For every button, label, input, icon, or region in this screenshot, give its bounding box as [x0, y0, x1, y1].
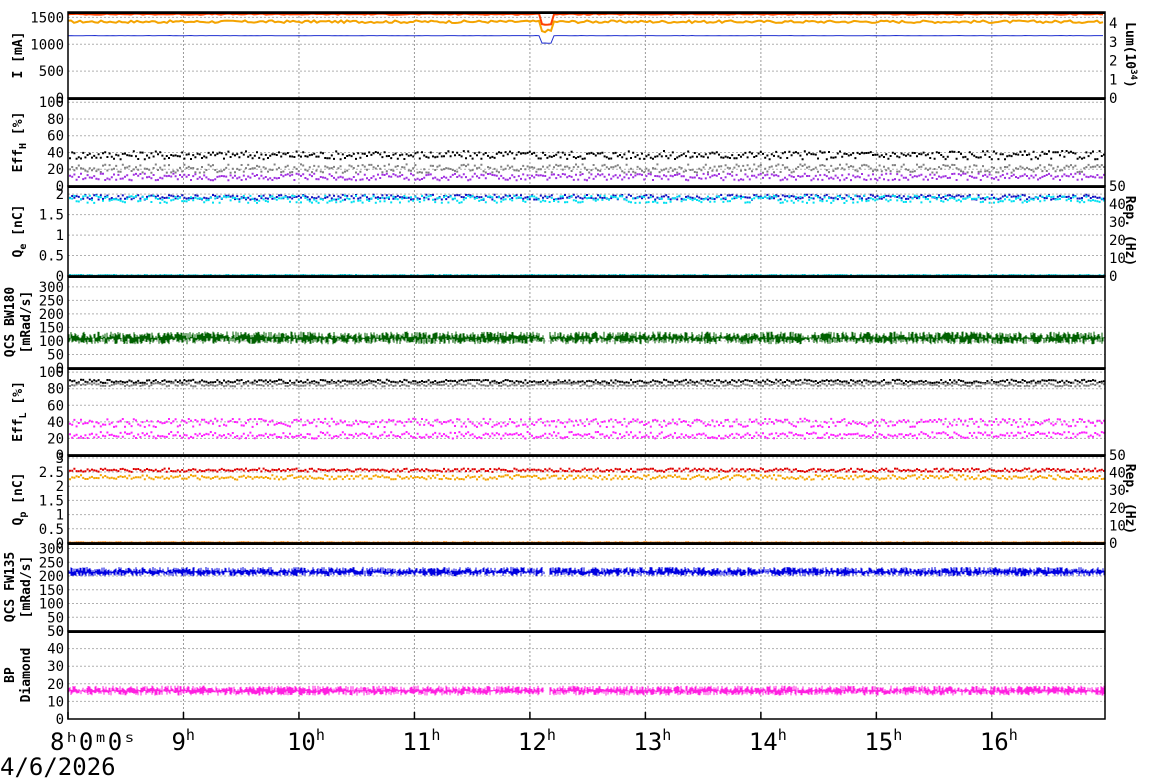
series-line [67, 19, 1104, 34]
y-tick-label: 50 [47, 624, 64, 640]
right-tick-label: 1 [1109, 72, 1117, 88]
y-tick-label: 3 [56, 451, 64, 467]
panel-frame [67, 542, 1106, 632]
right-tick-label: 3 [1109, 35, 1117, 51]
y-tick-label: 100 [39, 597, 64, 613]
series-dots [69, 150, 1105, 161]
panel-effl: 020406080100EffL [%] [11, 365, 1106, 464]
x-tick-label: 16h [980, 726, 1018, 756]
y-axis-label: BP [3, 667, 18, 683]
x-tick-label: 14h [749, 726, 787, 756]
multi-panel-time-series-chart: 05001000150001234I [mA] Lum(1034)02040608… [3, 10, 1138, 756]
y-axis-label-line2: Diamond [19, 648, 34, 703]
right-tick-label: 2 [1109, 54, 1117, 70]
y-axis-label: EffL [%] [11, 381, 29, 442]
y-tick-label: 2 [56, 187, 64, 203]
y-axis-label-line2: [mRad/s] [19, 556, 34, 619]
right-axis-label: Lum(1034) [1122, 22, 1138, 88]
x-tick-label: 12h [518, 726, 556, 756]
y-tick-label: 200 [39, 569, 64, 585]
panel-fw135: 050100150200250300QCS FW135 [mRad/s] [3, 542, 1106, 640]
y-tick-label: 20 [47, 677, 64, 693]
right-tick-label: 0 [1109, 536, 1117, 552]
y-tick-label: 100 [39, 365, 64, 381]
x-tick-label: 13h [633, 726, 671, 756]
y-tick-label: 80 [47, 382, 64, 398]
y-axis-label: I [mA] [11, 32, 26, 79]
x-tick-label: 8ʰ0ᵐ0ˢ [50, 728, 137, 756]
series-line [67, 34, 1103, 44]
date-label: 4/6/2026 [0, 753, 116, 781]
y-axis-label: Qe [nC] [11, 205, 29, 258]
y-tick-label: 20 [47, 431, 64, 447]
y-tick-label: 1000 [30, 37, 64, 53]
y-tick-label: 0 [56, 712, 64, 728]
y-tick-label: 300 [39, 280, 64, 296]
panel-frame [67, 454, 1106, 544]
series-dots [69, 163, 1105, 174]
panel-bw180: 050100150200250300QCS BW180 [mRad/s] [3, 275, 1106, 377]
panel-qp: 00.511.522.5301020304050Qp [nC] Rep. (Hz) [11, 448, 1137, 552]
right-axis-label: Rep. (Hz) [1122, 196, 1137, 266]
y-tick-label: 500 [39, 64, 64, 80]
series-band [68, 685, 1105, 696]
y-tick-label: 1.5 [39, 493, 64, 509]
y-axis-label: QCS FW135 [3, 552, 18, 622]
panel-frame [67, 185, 1106, 277]
panel-effh: 020406080100EffH [%] [11, 95, 1106, 195]
y-tick-label: 0.5 [39, 522, 64, 538]
x-tick-label: 15h [864, 726, 902, 756]
y-tick-label: 80 [47, 112, 64, 128]
panel-frame [67, 97, 1106, 187]
x-tick-label: 9h [171, 726, 194, 756]
panel-qe: 00.511.5201020304050Qe [nC] Rep. (Hz) [11, 179, 1137, 285]
y-axis-label: QCS BW180 [3, 287, 18, 358]
y-tick-label: 300 [39, 542, 64, 558]
y-tick-label: 30 [47, 659, 64, 675]
panel-frame [67, 11, 1106, 99]
right-tick-label: 4 [1109, 16, 1117, 32]
y-tick-label: 1500 [30, 10, 64, 26]
y-tick-label: 0.5 [39, 249, 64, 265]
x-tick-label: 10h [287, 726, 325, 756]
panel-bp: 0 1020 3040 50 BP Diamond [3, 624, 1106, 728]
x-tick-label: 11h [402, 726, 440, 756]
y-axis-label-line2: [mRad/s] [19, 291, 34, 354]
y-tick-label: 60 [47, 398, 64, 414]
y-tick-label: 250 [39, 555, 64, 571]
y-tick-label: 10 [47, 694, 64, 710]
y-tick-label: 1 [56, 228, 64, 244]
y-axis-label: Qp [nC] [11, 473, 29, 526]
y-tick-label: 150 [39, 583, 64, 599]
y-tick-label: 100 [39, 95, 64, 111]
right-tick-label: 0 [1109, 91, 1117, 107]
series-band [68, 331, 1105, 345]
y-tick-label: 2.5 [39, 465, 64, 481]
right-tick-label: 0 [1109, 269, 1117, 285]
right-tick-label: 50 [1109, 448, 1126, 464]
right-tick-label: 50 [1109, 179, 1126, 195]
series-dots [69, 172, 1105, 182]
y-tick-label: 40 [47, 145, 64, 161]
panel-current: 05001000150001234I [mA] Lum(1034) [11, 10, 1138, 107]
y-tick-label: 20 [47, 162, 64, 178]
series-dots [69, 417, 1105, 428]
y-tick-label: 40 [47, 642, 64, 658]
y-tick-label: 60 [47, 129, 64, 145]
y-tick-label: 40 [47, 415, 64, 431]
y-tick-label: 1 [56, 508, 64, 524]
y-tick-label: 1.5 [39, 208, 64, 224]
series-dots [69, 382, 1105, 388]
series-band [68, 566, 1105, 577]
y-axis-label: EffH [%] [11, 112, 29, 173]
right-axis-label: Rep. (Hz) [1122, 464, 1137, 534]
panel-frame [67, 630, 1106, 720]
y-tick-label: 2 [56, 479, 64, 495]
series-dots [69, 474, 1105, 481]
